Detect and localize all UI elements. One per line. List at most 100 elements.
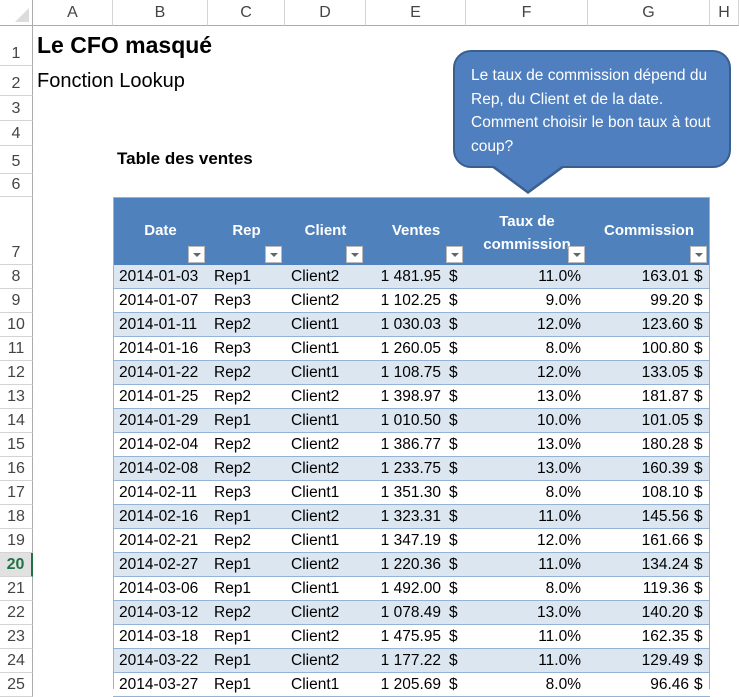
cell-commission[interactable]: 133.05 bbox=[593, 361, 689, 384]
cell-commission[interactable]: 119.36 bbox=[593, 577, 689, 600]
cell-ventes[interactable]: 1 102.25 bbox=[366, 289, 441, 312]
cell-ventes[interactable]: 1 078.49 bbox=[366, 601, 441, 624]
cell-commission-currency[interactable]: $ bbox=[694, 265, 708, 288]
cell-client[interactable]: Client2 bbox=[291, 649, 371, 672]
cell-ventes[interactable]: 1 220.36 bbox=[366, 553, 441, 576]
cell-ventes-currency[interactable]: $ bbox=[449, 625, 463, 648]
cell-date[interactable]: 2014-03-12 bbox=[119, 601, 214, 624]
cell-client[interactable]: Client1 bbox=[291, 409, 371, 432]
cell-commission[interactable]: 160.39 bbox=[593, 457, 689, 480]
row-header-4[interactable]: 4 bbox=[0, 121, 33, 146]
cell-ventes[interactable]: 1 398.97 bbox=[366, 385, 441, 408]
row-header-1[interactable]: 1 bbox=[0, 26, 33, 66]
filter-dropdown-date[interactable] bbox=[188, 246, 205, 263]
cell-commission[interactable]: 161.66 bbox=[593, 529, 689, 552]
row-header-21[interactable]: 21 bbox=[0, 577, 33, 601]
cell-ventes-currency[interactable]: $ bbox=[449, 649, 463, 672]
cell-ventes-currency[interactable]: $ bbox=[449, 481, 463, 504]
cell-taux[interactable]: 12.0% bbox=[473, 361, 581, 384]
cell-commission-currency[interactable]: $ bbox=[694, 457, 708, 480]
cell-date[interactable]: 2014-01-25 bbox=[119, 385, 214, 408]
cell-date[interactable]: 2014-03-22 bbox=[119, 649, 214, 672]
row-header-24[interactable]: 24 bbox=[0, 649, 33, 673]
cell-client[interactable]: Client2 bbox=[291, 553, 371, 576]
cell-taux[interactable]: 9.0% bbox=[473, 289, 581, 312]
cell-commission-currency[interactable]: $ bbox=[694, 553, 708, 576]
cell-date[interactable]: 2014-02-16 bbox=[119, 505, 214, 528]
cell-commission[interactable]: 129.49 bbox=[593, 649, 689, 672]
cell-commission[interactable]: 140.20 bbox=[593, 601, 689, 624]
cell-commission[interactable]: 181.87 bbox=[593, 385, 689, 408]
cell-rep[interactable]: Rep3 bbox=[214, 289, 284, 312]
cell-client[interactable]: Client1 bbox=[291, 481, 371, 504]
cell-date[interactable]: 2014-01-29 bbox=[119, 409, 214, 432]
table-section-label[interactable]: Table des ventes bbox=[117, 149, 253, 169]
cell-client[interactable]: Client2 bbox=[291, 505, 371, 528]
cell-ventes-currency[interactable]: $ bbox=[449, 673, 463, 696]
cell-rep[interactable]: Rep2 bbox=[214, 433, 284, 456]
sheet-subtitle[interactable]: Fonction Lookup bbox=[37, 70, 185, 93]
cell-rep[interactable]: Rep1 bbox=[214, 673, 284, 696]
row-header-8[interactable]: 8 bbox=[0, 265, 33, 289]
cell-rep[interactable]: Rep1 bbox=[214, 409, 284, 432]
cell-rep[interactable]: Rep2 bbox=[214, 457, 284, 480]
cell-rep[interactable]: Rep2 bbox=[214, 601, 284, 624]
row-header-9[interactable]: 9 bbox=[0, 289, 33, 313]
cell-date[interactable]: 2014-01-16 bbox=[119, 337, 214, 360]
cell-ventes-currency[interactable]: $ bbox=[449, 385, 463, 408]
cell-date[interactable]: 2014-01-07 bbox=[119, 289, 214, 312]
cell-ventes-currency[interactable]: $ bbox=[449, 361, 463, 384]
cell-ventes[interactable]: 1 177.22 bbox=[366, 649, 441, 672]
cell-commission-currency[interactable]: $ bbox=[694, 289, 708, 312]
cell-ventes[interactable]: 1 481.95 bbox=[366, 265, 441, 288]
row-header-20[interactable]: 20 bbox=[0, 553, 33, 577]
cell-commission-currency[interactable]: $ bbox=[694, 577, 708, 600]
column-header-d[interactable]: D bbox=[285, 0, 366, 26]
cell-taux[interactable]: 11.0% bbox=[473, 553, 581, 576]
cell-client[interactable]: Client2 bbox=[291, 289, 371, 312]
cell-ventes[interactable]: 1 323.31 bbox=[366, 505, 441, 528]
column-header-e[interactable]: E bbox=[366, 0, 466, 26]
row-header-16[interactable]: 16 bbox=[0, 457, 33, 481]
cell-date[interactable]: 2014-03-06 bbox=[119, 577, 214, 600]
cell-rep[interactable]: Rep2 bbox=[214, 313, 284, 336]
cell-ventes-currency[interactable]: $ bbox=[449, 505, 463, 528]
cell-commission-currency[interactable]: $ bbox=[694, 433, 708, 456]
cell-commission-currency[interactable]: $ bbox=[694, 529, 708, 552]
cell-ventes[interactable]: 1 108.75 bbox=[366, 361, 441, 384]
cell-taux[interactable]: 8.0% bbox=[473, 481, 581, 504]
cell-client[interactable]: Client1 bbox=[291, 529, 371, 552]
cell-commission[interactable]: 101.05 bbox=[593, 409, 689, 432]
cell-commission-currency[interactable]: $ bbox=[694, 481, 708, 504]
row-header-3[interactable]: 3 bbox=[0, 96, 33, 121]
cell-date[interactable]: 2014-02-08 bbox=[119, 457, 214, 480]
cell-client[interactable]: Client1 bbox=[291, 361, 371, 384]
cell-commission-currency[interactable]: $ bbox=[694, 601, 708, 624]
cell-ventes[interactable]: 1 010.50 bbox=[366, 409, 441, 432]
cell-client[interactable]: Client2 bbox=[291, 601, 371, 624]
cell-taux[interactable]: 11.0% bbox=[473, 505, 581, 528]
cell-ventes[interactable]: 1 233.75 bbox=[366, 457, 441, 480]
row-header-15[interactable]: 15 bbox=[0, 433, 33, 457]
cell-commission-currency[interactable]: $ bbox=[694, 649, 708, 672]
row-header-6[interactable]: 6 bbox=[0, 174, 33, 197]
cell-rep[interactable]: Rep1 bbox=[214, 625, 284, 648]
cell-client[interactable]: Client1 bbox=[291, 313, 371, 336]
column-header-b[interactable]: B bbox=[113, 0, 208, 26]
row-header-18[interactable]: 18 bbox=[0, 505, 33, 529]
callout-bubble[interactable]: Le taux de commission dépend du Rep, du … bbox=[453, 50, 731, 168]
cell-commission-currency[interactable]: $ bbox=[694, 337, 708, 360]
cell-ventes-currency[interactable]: $ bbox=[449, 409, 463, 432]
column-header-f[interactable]: F bbox=[466, 0, 588, 26]
cell-taux[interactable]: 13.0% bbox=[473, 601, 581, 624]
cell-taux[interactable]: 13.0% bbox=[473, 433, 581, 456]
cell-commission-currency[interactable]: $ bbox=[694, 625, 708, 648]
filter-dropdown-taux-commission[interactable] bbox=[568, 246, 585, 263]
filter-dropdown-ventes[interactable] bbox=[446, 246, 463, 263]
cell-commission-currency[interactable]: $ bbox=[694, 673, 708, 696]
row-header-13[interactable]: 13 bbox=[0, 385, 33, 409]
cell-ventes[interactable]: 1 205.69 bbox=[366, 673, 441, 696]
select-all-button[interactable] bbox=[0, 0, 33, 26]
cell-rep[interactable]: Rep1 bbox=[214, 577, 284, 600]
cell-ventes[interactable]: 1 475.95 bbox=[366, 625, 441, 648]
